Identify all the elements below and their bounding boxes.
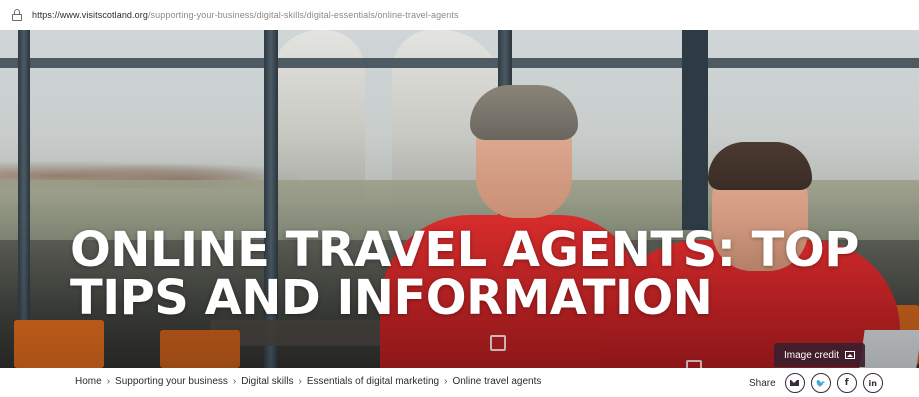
image-credit-label: Image credit [783,349,839,361]
share-label: Share [749,377,776,389]
facebook-icon: f [844,378,849,388]
share-facebook-button[interactable]: f [836,373,857,393]
page-title: ONLINE TRAVEL AGENTS: TOP TIPS AND INFOR… [70,226,890,322]
url-host: https://www.visitscotland.org [32,10,148,20]
twitter-icon: 🐦 [815,378,826,388]
image-icon [845,351,855,359]
image-credit-button[interactable]: Image credit [773,343,865,367]
lock-icon [12,9,22,21]
breadcrumb-supporting-your-business[interactable]: Supporting your business [115,376,228,387]
chevron-right-icon: › [444,376,448,387]
share-email-button[interactable] [784,373,805,393]
breadcrumb-home[interactable]: Home [75,376,102,387]
linkedin-icon: in [868,378,877,388]
page-title-line-2: TIPS AND INFORMATION [70,270,713,326]
chevron-right-icon: › [232,376,237,387]
email-icon [790,380,800,386]
share-bar: Share 🐦 f in [749,373,883,393]
address-bar[interactable]: https://www.visitscotland.org/supporting… [0,0,919,30]
chevron-right-icon: › [298,376,302,387]
breadcrumb-digital-skills[interactable]: Digital skills [241,376,293,387]
url-path: /supporting-your-business/digital-skills… [147,10,459,20]
chevron-right-icon: › [106,376,111,387]
breadcrumb: Home › Supporting your business › Digita… [75,376,541,387]
share-twitter-button[interactable]: 🐦 [810,373,831,393]
breadcrumb-current: Online travel agents [452,376,542,387]
share-linkedin-button[interactable]: in [862,373,883,393]
hero-banner: ONLINE TRAVEL AGENTS: TOP TIPS AND INFOR… [0,30,919,368]
url-text[interactable]: https://www.visitscotland.org/supporting… [32,10,459,20]
breadcrumb-essentials-of-digital-marketing[interactable]: Essentials of digital marketing [307,376,439,387]
breadcrumb-bar: Home › Supporting your business › Digita… [0,368,919,397]
